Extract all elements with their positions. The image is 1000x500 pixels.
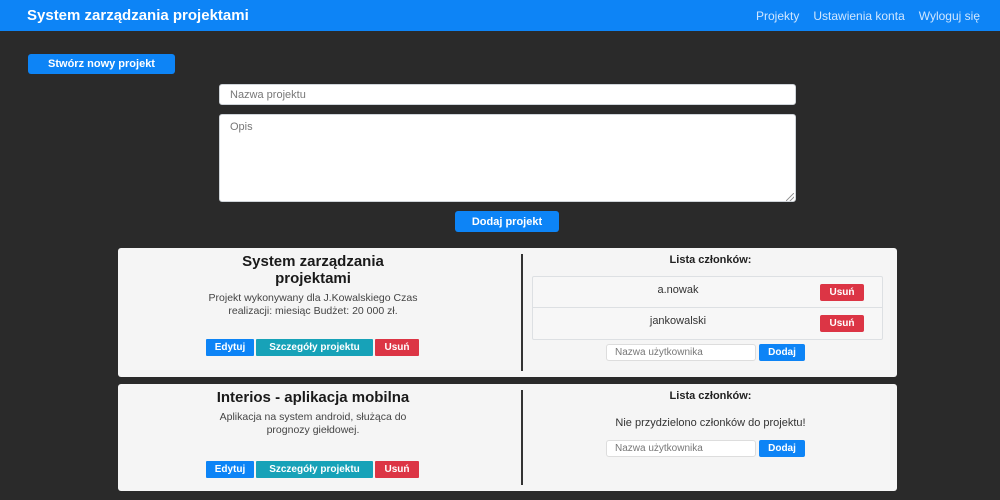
no-members-message: Nie przydzielono członków do projektu!	[615, 417, 806, 429]
project-card: Interios - aplikacja mobilna Aplikacja n…	[118, 384, 897, 491]
delete-project-button[interactable]: Usuń	[375, 339, 419, 356]
nav-link-account-settings[interactable]: Ustawienia konta	[813, 9, 904, 23]
card-divider	[521, 254, 523, 371]
navbar: System zarządzania projektami Projekty U…	[0, 0, 1000, 31]
member-name: a.nowak	[657, 284, 699, 296]
project-title: Interios - aplikacja mobilna	[216, 389, 410, 406]
members-heading: Lista członków:	[669, 390, 752, 402]
add-project-button[interactable]: Dodaj projekt	[455, 211, 559, 232]
add-member-form: Dodaj	[606, 440, 805, 457]
card-divider	[521, 390, 523, 485]
members-heading: Lista członków:	[669, 254, 752, 266]
project-description-textarea[interactable]	[219, 114, 796, 202]
add-member-form: Dodaj	[606, 344, 805, 361]
project-details-button[interactable]: Szczegóły projektu	[256, 339, 373, 356]
project-actions: Edytuj Szczegóły projektu Usuń	[206, 461, 421, 478]
members-panel: Lista członków: a.nowak Usuń jankowalski…	[524, 248, 897, 340]
nav-links: Projekty Ustawienia konta Wyloguj się	[756, 9, 980, 23]
member-username-input[interactable]	[606, 440, 756, 457]
edit-project-button[interactable]: Edytuj	[206, 339, 254, 356]
add-member-button[interactable]: Dodaj	[759, 440, 805, 457]
project-details-button[interactable]: Szczegóły projektu	[256, 461, 373, 478]
project-card: System zarządzania projektami Projekt wy…	[118, 248, 897, 377]
members-list: a.nowak Usuń jankowalski Usuń	[532, 276, 883, 340]
add-member-button[interactable]: Dodaj	[759, 344, 805, 361]
member-row: a.nowak Usuń	[533, 277, 882, 308]
project-title: System zarządzania projektami	[242, 253, 384, 287]
nav-link-logout[interactable]: Wyloguj się	[919, 9, 980, 23]
remove-member-button[interactable]: Usuń	[820, 315, 864, 332]
project-actions: Edytuj Szczegóły projektu Usuń	[206, 339, 421, 356]
project-info: Interios - aplikacja mobilna Aplikacja n…	[118, 384, 508, 437]
textarea-resize-handle[interactable]	[786, 193, 794, 201]
delete-project-button[interactable]: Usuń	[375, 461, 419, 478]
edit-project-button[interactable]: Edytuj	[206, 461, 254, 478]
project-description: Aplikacja na system android, służąca do …	[219, 411, 407, 436]
brand-title[interactable]: System zarządzania projektami	[27, 7, 249, 24]
project-name-input[interactable]	[219, 84, 796, 105]
create-project-button[interactable]: Stwórz nowy projekt	[28, 54, 175, 74]
project-info: System zarządzania projektami Projekt wy…	[118, 248, 508, 318]
member-row: jankowalski Usuń	[533, 308, 882, 339]
members-panel: Lista członków: Nie przydzielono członkó…	[524, 384, 897, 429]
member-name: jankowalski	[649, 315, 707, 327]
nav-link-projects[interactable]: Projekty	[756, 9, 799, 23]
project-description: Projekt wykonywany dla J.Kowalskiego Cza…	[208, 292, 418, 317]
member-username-input[interactable]	[606, 344, 756, 361]
remove-member-button[interactable]: Usuń	[820, 284, 864, 301]
